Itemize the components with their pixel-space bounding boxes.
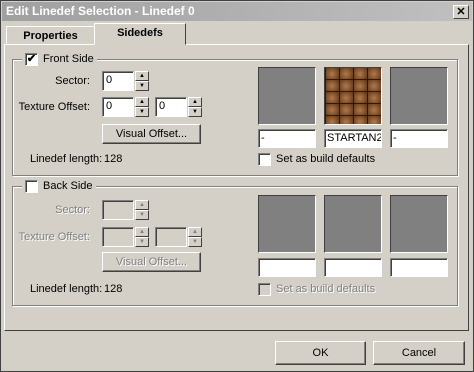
front-sector-label: Sector:: [55, 75, 90, 87]
front-sector-spinner[interactable]: ▲ ▼: [135, 71, 149, 91]
front-offset-y-spinner[interactable]: ▲ ▼: [188, 97, 202, 117]
back-sector-spinner[interactable]: ▲ ▼: [135, 200, 149, 220]
back-build-defaults-checkbox[interactable]: [258, 282, 271, 296]
back-middle-texture-name[interactable]: [324, 258, 382, 277]
title-bar: Edit Linedef Selection - Linedef 0 ✕: [2, 2, 472, 21]
front-middle-texture[interactable]: [324, 67, 382, 125]
back-lower-texture-name[interactable]: [390, 258, 448, 277]
back-side-toggle[interactable]: Back Side: [22, 179, 96, 193]
spin-down-icon[interactable]: ▼: [188, 237, 202, 247]
front-build-defaults-label: Set as build defaults: [276, 153, 376, 165]
tab-properties[interactable]: Properties: [6, 26, 95, 44]
back-upper-texture-name[interactable]: [258, 258, 316, 277]
spin-up-icon[interactable]: ▲: [135, 200, 149, 210]
spin-up-icon[interactable]: ▲: [188, 97, 202, 107]
front-middle-texture-name[interactable]: STARTAN2: [324, 129, 382, 148]
spin-up-icon[interactable]: ▲: [135, 71, 149, 81]
front-lower-texture[interactable]: [390, 67, 448, 125]
ok-button[interactable]: OK: [275, 341, 366, 365]
back-offset-y-spinner[interactable]: ▲ ▼: [188, 227, 202, 247]
front-linedef-length-value: 128: [104, 153, 123, 165]
front-texture-offset-label: Texture Offset:: [18, 101, 90, 113]
front-upper-texture-name[interactable]: -: [258, 129, 316, 148]
back-offset-x-input[interactable]: [102, 227, 134, 247]
front-side-checkbox[interactable]: ✔: [25, 52, 38, 66]
front-upper-texture[interactable]: [258, 67, 316, 125]
back-middle-texture[interactable]: [324, 195, 382, 253]
front-offset-x-input[interactable]: 0: [102, 97, 134, 117]
front-lower-texture-name[interactable]: -: [390, 129, 448, 148]
tab-sidedefs[interactable]: Sidedefs: [94, 23, 186, 45]
back-texture-offset-label: Texture Offset:: [18, 231, 90, 243]
spin-down-icon[interactable]: ▼: [135, 107, 149, 117]
front-side-label: Front Side: [43, 53, 94, 65]
back-build-defaults-toggle[interactable]: Set as build defaults: [258, 282, 375, 296]
back-offset-x-spinner[interactable]: ▲ ▼: [135, 227, 149, 247]
spin-up-icon[interactable]: ▲: [188, 227, 202, 237]
front-side-toggle[interactable]: ✔ Front Side: [22, 52, 97, 66]
window-title: Edit Linedef Selection - Linedef 0: [6, 4, 195, 18]
back-build-defaults-label: Set as build defaults: [276, 283, 376, 295]
back-offset-y-input[interactable]: [155, 227, 187, 247]
spin-down-icon[interactable]: ▼: [188, 107, 202, 117]
back-linedef-length-label: Linedef length:: [30, 283, 103, 295]
spin-down-icon[interactable]: ▼: [135, 81, 149, 91]
back-lower-texture[interactable]: [390, 195, 448, 253]
front-offset-x-spinner[interactable]: ▲ ▼: [135, 97, 149, 117]
front-sector-input[interactable]: 0: [102, 71, 134, 91]
close-icon[interactable]: ✕: [453, 5, 469, 19]
front-offset-y-input[interactable]: 0: [155, 97, 187, 117]
back-sector-label: Sector:: [55, 204, 90, 216]
front-build-defaults-checkbox[interactable]: [258, 152, 271, 166]
back-visual-offset-button[interactable]: Visual Offset...: [102, 252, 201, 272]
spin-up-icon[interactable]: ▲: [135, 97, 149, 107]
cancel-button[interactable]: Cancel: [373, 341, 465, 365]
back-side-label: Back Side: [43, 180, 93, 192]
front-build-defaults-toggle[interactable]: Set as build defaults: [258, 152, 375, 166]
back-upper-texture[interactable]: [258, 195, 316, 253]
front-linedef-length-label: Linedef length:: [30, 153, 103, 165]
spin-down-icon[interactable]: ▼: [135, 237, 149, 247]
spin-down-icon[interactable]: ▼: [135, 210, 149, 220]
spin-up-icon[interactable]: ▲: [135, 227, 149, 237]
front-visual-offset-button[interactable]: Visual Offset...: [102, 124, 201, 144]
back-linedef-length-value: 128: [104, 283, 123, 295]
back-sector-input[interactable]: [102, 200, 134, 220]
back-side-checkbox[interactable]: [25, 179, 38, 193]
